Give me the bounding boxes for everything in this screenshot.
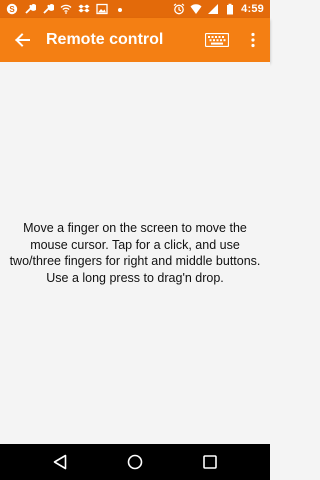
page-title: Remote control — [46, 31, 164, 48]
status-bar: S 4:59 — [0, 0, 270, 18]
more-vert-icon — [251, 32, 255, 48]
clock: 4:59 — [241, 3, 264, 15]
dot-icon — [118, 8, 122, 12]
touchpad-area[interactable]: Move a finger on the screen to move the … — [0, 62, 270, 444]
nav-recents-button[interactable] — [199, 451, 221, 473]
image-icon — [96, 3, 108, 15]
system-icons: 4:59 — [173, 2, 264, 16]
signal-icon — [208, 4, 219, 14]
nav-home-icon — [127, 454, 143, 470]
overflow-menu-button[interactable] — [244, 28, 262, 52]
back-button[interactable] — [10, 28, 34, 52]
nav-home-button[interactable] — [124, 451, 146, 473]
keyboard-icon — [205, 33, 229, 47]
keyboard-button[interactable] — [204, 28, 230, 52]
touchpad-instructions: Move a finger on the screen to move the … — [9, 221, 261, 285]
back-arrow-icon — [15, 33, 30, 47]
nav-back-button[interactable] — [49, 451, 71, 473]
skype-icon: S — [6, 3, 18, 15]
svg-text:S: S — [9, 5, 15, 14]
nav-back-icon — [53, 454, 67, 470]
wrench-icon — [43, 4, 54, 14]
notification-icons: S — [6, 2, 126, 16]
wifi-icon — [190, 4, 202, 14]
battery-icon — [227, 3, 234, 15]
app-bar: Remote control — [0, 18, 270, 62]
wrench-icon — [25, 4, 36, 14]
dropbox-icon — [78, 4, 90, 13]
alarm-icon — [173, 3, 185, 15]
system-nav-bar — [0, 444, 270, 480]
nav-recents-icon — [203, 455, 217, 469]
wifi-icon — [60, 4, 72, 14]
